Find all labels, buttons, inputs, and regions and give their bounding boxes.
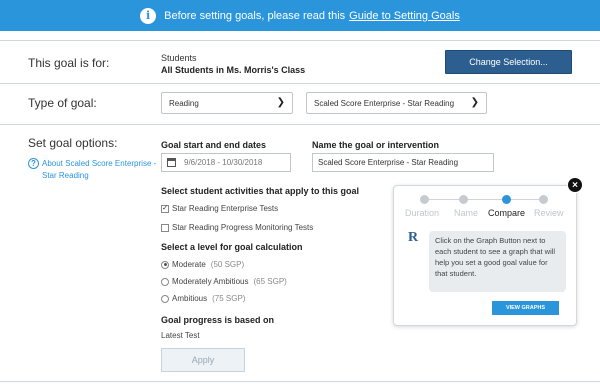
radio-selected-icon[interactable]: [161, 260, 169, 269]
progress-value: Latest Test: [161, 331, 200, 340]
guide-link[interactable]: Guide to Setting Goals: [349, 10, 460, 22]
divider: [0, 40, 600, 41]
step-progress-line: [424, 199, 539, 200]
goal-options-label: Set goal options:: [28, 136, 118, 150]
goal-type-label: Type of goal:: [28, 96, 97, 110]
popup-message: Click on the Graph Button next to each s…: [429, 231, 566, 292]
banner-message: Before setting goals, please read this: [164, 9, 346, 22]
divider: [0, 381, 600, 382]
date-range-input[interactable]: 9/6/2018 - 10/30/2018: [161, 153, 291, 172]
subject-select-value: Reading: [169, 98, 199, 108]
chevron-down-icon: ❯: [470, 97, 479, 108]
name-heading: Name the goal or intervention: [312, 140, 440, 150]
checkbox-unchecked-icon[interactable]: [161, 223, 169, 232]
step-label-name: Name: [454, 208, 479, 218]
top-banner: i Before setting goals, please read this…: [0, 0, 600, 31]
view-graphs-button[interactable]: VIEW GRAPHS: [492, 301, 559, 315]
goal-for-type: Students: [161, 53, 197, 63]
level-moderately-ambitious-radio[interactable]: Moderately Ambitious (65 SGP): [161, 277, 287, 286]
close-icon[interactable]: ×: [567, 177, 583, 193]
renaissance-logo-icon: R: [408, 230, 419, 245]
level-sgp: (75 SGP): [212, 294, 246, 303]
goal-name-value: Scaled Score Enterprise - Star Reading: [318, 158, 459, 167]
level-label: Ambitious: [172, 294, 208, 303]
divider: [0, 124, 600, 125]
info-icon: i: [140, 7, 157, 24]
change-selection-button[interactable]: Change Selection...: [445, 50, 572, 74]
radio-icon[interactable]: [161, 277, 169, 286]
chevron-down-icon: ❯: [276, 97, 285, 108]
step-dot-duration: [420, 195, 429, 204]
activity-enterprise-checkbox[interactable]: ✓ Star Reading Enterprise Tests: [161, 204, 278, 213]
dates-heading: Goal start and end dates: [161, 140, 267, 150]
step-dot-name: [459, 195, 468, 204]
level-sgp: (50 SGP): [210, 260, 245, 269]
step-dot-compare: [502, 195, 511, 204]
help-icon[interactable]: ?: [28, 158, 39, 169]
activities-heading: Select student activities that apply to …: [161, 186, 360, 196]
activity-label: Star Reading Progress Monitoring Tests: [172, 223, 314, 232]
assessment-select-value: Scaled Score Enterprise - Star Reading: [314, 98, 455, 108]
assessment-select[interactable]: Scaled Score Enterprise - Star Reading ❯: [306, 92, 487, 114]
level-moderate-radio[interactable]: Moderate (50 SGP): [161, 260, 244, 269]
step-label-duration: Duration: [405, 208, 440, 218]
level-ambitious-radio[interactable]: Ambitious (75 SGP): [161, 294, 245, 303]
progress-heading: Goal progress is based on: [161, 315, 275, 325]
step-dot-review: [539, 195, 548, 204]
date-range-value: 9/6/2018 - 10/30/2018: [184, 158, 263, 167]
apply-button[interactable]: Apply: [161, 348, 245, 372]
radio-icon[interactable]: [161, 294, 169, 303]
level-sgp: (65 SGP): [253, 277, 287, 286]
level-heading: Select a level for goal calculation: [161, 242, 303, 252]
activity-label: Star Reading Enterprise Tests: [172, 204, 279, 213]
step-label-compare: Compare: [488, 208, 526, 218]
subject-select[interactable]: Reading ❯: [161, 92, 293, 114]
divider: [0, 83, 600, 84]
goal-for-label: This goal is for:: [28, 56, 110, 70]
level-label: Moderate: [172, 260, 206, 269]
goal-name-input[interactable]: Scaled Score Enterprise - Star Reading: [312, 153, 494, 172]
activity-progress-checkbox[interactable]: Star Reading Progress Monitoring Tests: [161, 223, 313, 232]
goal-for-group: All Students in Ms. Morris's Class: [161, 65, 306, 75]
calendar-icon: [167, 158, 176, 167]
step-label-review: Review: [534, 208, 564, 218]
checkbox-checked-icon[interactable]: ✓: [161, 204, 169, 213]
level-label: Moderately Ambitious: [172, 277, 249, 286]
about-scaled-score-link[interactable]: About Scaled Score Enterprise - Star Rea…: [42, 158, 160, 182]
